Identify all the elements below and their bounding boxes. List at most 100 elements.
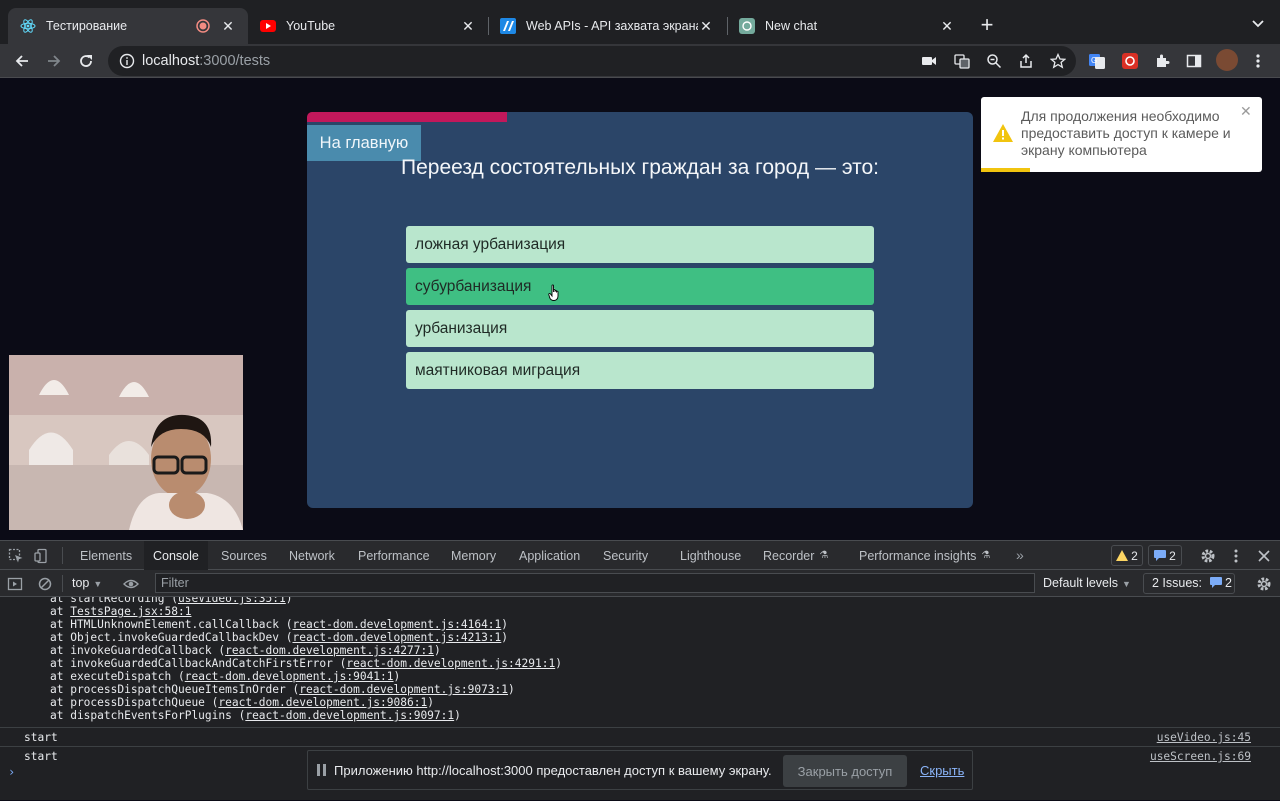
toast-message: Для продолжения необходимо предоставить …	[1021, 108, 1231, 158]
url-text[interactable]: localhost:3000/tests	[142, 53, 270, 69]
close-icon[interactable]: ✕	[939, 18, 955, 34]
screen-share-bar: Приложению http://localhost:3000 предост…	[307, 750, 973, 790]
answer-option[interactable]: ложная урбанизация	[406, 226, 874, 263]
translate-icon[interactable]	[954, 53, 970, 69]
permission-toast: Для продолжения необходимо предоставить …	[981, 97, 1262, 172]
share-message: Приложению http://localhost:3000 предост…	[334, 763, 772, 778]
separator	[62, 547, 63, 564]
tab-performance-insights[interactable]: Performance insights ⚗	[850, 541, 999, 570]
gear-icon[interactable]	[1200, 548, 1216, 564]
stop-sharing-button[interactable]: Закрыть доступ	[783, 755, 907, 787]
log-message: start	[24, 731, 58, 744]
stack-trace-line: at executeDispatch (react-dom.developmen…	[50, 670, 401, 683]
source-link[interactable]: useVideo.js:45	[1157, 728, 1251, 747]
source-link[interactable]: react-dom.development.js:4213:1	[292, 631, 501, 644]
source-link[interactable]: react-dom.development.js:9073:1	[299, 683, 508, 696]
tab-performance[interactable]: Performance	[349, 541, 439, 570]
react-icon	[20, 18, 36, 34]
close-icon[interactable]: ✕	[698, 18, 714, 34]
extensions-puzzle-icon[interactable]	[1154, 53, 1170, 69]
tab-lighthouse[interactable]: Lighthouse	[671, 541, 750, 570]
source-link[interactable]: react-dom.development.js:4277:1	[225, 644, 434, 657]
stack-trace-line: at invokeGuardedCallbackAndCatchFirstErr…	[50, 657, 562, 670]
source-link[interactable]: react-dom.development.js:4291:1	[346, 657, 555, 670]
url-host: localhost	[142, 53, 200, 69]
forward-button[interactable]	[42, 49, 66, 73]
console-filter-bar: top ▼ Filter Default levels ▼ 2 Issues: 2	[0, 570, 1280, 597]
tab-web-apis[interactable]: Web APIs - API захвата экрана ✕	[488, 8, 726, 44]
issues-button[interactable]: 2 Issues: 2	[1143, 573, 1235, 594]
context-select[interactable]: top ▼	[72, 576, 102, 590]
answer-option[interactable]: урбанизация	[406, 310, 874, 347]
tab-title: YouTube	[286, 19, 336, 33]
log-levels-dropdown[interactable]: Default levels ▼	[1043, 576, 1131, 590]
messages-badge[interactable]: 2	[1148, 545, 1182, 566]
eye-icon[interactable]	[123, 576, 139, 592]
source-link[interactable]: react-dom.development.js:9041:1	[185, 670, 394, 683]
info-icon[interactable]	[119, 53, 135, 69]
close-icon[interactable]: ✕	[460, 18, 476, 34]
extension-red-icon[interactable]	[1122, 53, 1138, 69]
tab-recorder[interactable]: Recorder ⚗	[754, 541, 837, 570]
source-link[interactable]: useVideo.js:35:1	[178, 597, 286, 605]
avatar[interactable]	[1216, 49, 1238, 71]
sidebar-toggle-icon[interactable]	[7, 576, 23, 592]
warning-icon	[1116, 550, 1129, 561]
gear-icon[interactable]	[1256, 576, 1272, 592]
youtube-icon	[260, 18, 276, 34]
reload-button[interactable]	[74, 49, 98, 73]
source-link[interactable]: TestsPage.jsx:58:1	[70, 605, 191, 618]
clear-console-icon[interactable]	[37, 576, 53, 592]
tab-title: Тестирование	[46, 19, 128, 33]
camera-icon[interactable]	[921, 53, 937, 69]
google-translate-extension-icon[interactable]: G	[1089, 53, 1105, 69]
side-panel-icon[interactable]	[1186, 53, 1202, 69]
kebab-menu-icon[interactable]	[1228, 548, 1244, 564]
question-text: Переезд состоятельных граждан за город —…	[401, 156, 879, 179]
tab-elements[interactable]: Elements	[71, 541, 141, 570]
reload-icon	[80, 55, 92, 67]
kebab-menu-icon[interactable]	[1250, 53, 1266, 69]
inspect-element-icon[interactable]	[8, 548, 24, 564]
tab-label: Recorder	[763, 548, 815, 563]
stack-trace-line: at HTMLUnknownElement.callCallback (reac…	[50, 618, 509, 631]
close-icon[interactable]: ✕	[220, 18, 236, 34]
tab-memory[interactable]: Memory	[442, 541, 505, 570]
tab-network[interactable]: Network	[280, 541, 344, 570]
hand-cursor-icon	[548, 284, 559, 301]
address-bar[interactable]: localhost:3000/tests	[108, 46, 1076, 76]
close-icon[interactable]: ✕	[1240, 103, 1252, 120]
source-link[interactable]: useScreen.js:69	[1150, 747, 1251, 766]
tab-youtube[interactable]: YouTube ✕	[248, 8, 488, 44]
source-link[interactable]: react-dom.development.js:9097:1	[245, 709, 454, 722]
answer-option[interactable]: субурбанизация	[406, 268, 874, 305]
chevron-down-icon[interactable]	[1250, 15, 1266, 31]
filter-input[interactable]: Filter	[155, 573, 1035, 593]
zoom-icon[interactable]	[986, 53, 1002, 69]
source-link[interactable]: react-dom.development.js:4164:1	[292, 618, 501, 631]
new-tab-button[interactable]: +	[976, 14, 998, 36]
back-button[interactable]	[10, 49, 34, 73]
device-toolbar-icon[interactable]	[34, 548, 50, 564]
webcam-preview	[9, 355, 243, 530]
answer-option[interactable]: маятниковая миграция	[406, 352, 874, 389]
source-link[interactable]: react-dom.development.js:9086:1	[218, 696, 427, 709]
dropdown-icon: ▼	[1122, 579, 1131, 589]
chatgpt-icon	[739, 18, 755, 34]
share-icon[interactable]	[1018, 53, 1034, 69]
star-icon[interactable]	[1050, 53, 1066, 69]
tab-sources[interactable]: Sources	[212, 541, 276, 570]
more-tabs-icon[interactable]: »	[1016, 547, 1024, 563]
warnings-badge[interactable]: 2	[1111, 545, 1143, 566]
close-icon[interactable]	[1256, 548, 1272, 564]
hide-link[interactable]: Скрыть	[920, 763, 964, 778]
tab-new-chat[interactable]: New chat ✕	[727, 8, 967, 44]
stack-trace-line: at Object.invokeGuardedCallbackDev (reac…	[50, 631, 509, 644]
tab-console[interactable]: Console	[144, 541, 208, 570]
stack-trace-line: at startRecording (useVideo.js:35:1)	[50, 597, 293, 605]
tab-testing[interactable]: Тестирование ✕	[8, 8, 248, 44]
tab-application[interactable]: Application	[510, 541, 589, 570]
tab-security[interactable]: Security	[594, 541, 657, 570]
pause-icon	[317, 764, 326, 776]
console-prompt-icon[interactable]: ›	[8, 765, 15, 779]
